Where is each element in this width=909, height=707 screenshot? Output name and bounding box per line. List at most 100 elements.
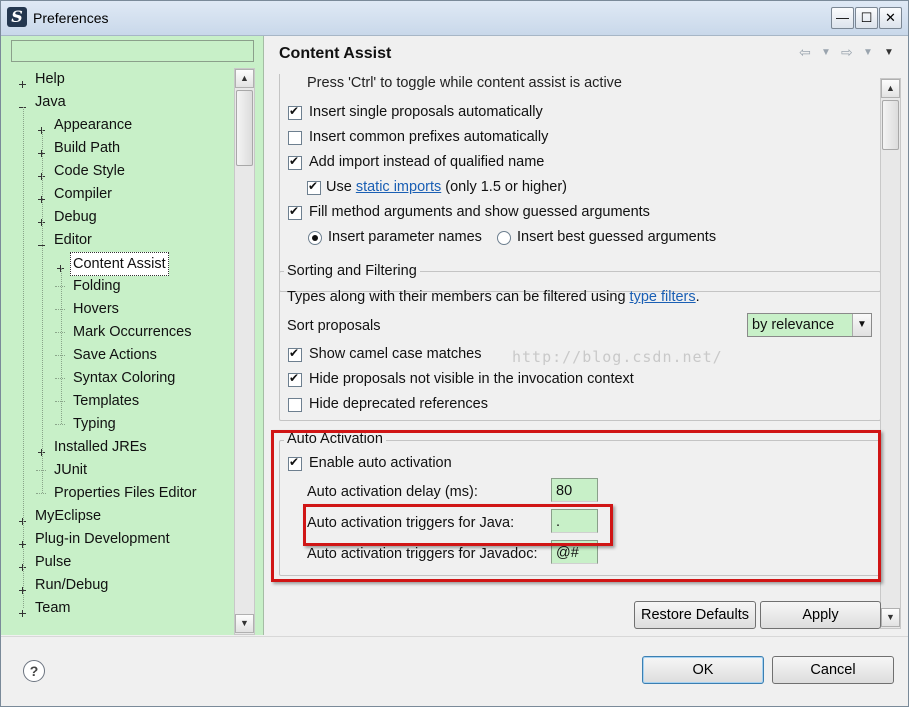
tree-item-plug-in-development[interactable]: Plug-in Development bbox=[1, 528, 233, 550]
static-imports-suffix: (only 1.5 or higher) bbox=[445, 179, 567, 195]
expand-icon[interactable] bbox=[37, 120, 46, 134]
tree-item-label: Installed JREs bbox=[54, 439, 147, 455]
tree-connector-line bbox=[23, 107, 24, 608]
help-icon[interactable]: ? bbox=[23, 660, 45, 682]
tree-item-mark-occurrences[interactable]: Mark Occurrences bbox=[1, 321, 233, 343]
tree-item-typing[interactable]: Typing bbox=[1, 413, 233, 435]
page-title: Content Assist bbox=[279, 45, 392, 62]
tree-item-label: Properties Files Editor bbox=[54, 485, 197, 501]
insert-single-label: Insert single proposals automatically bbox=[309, 104, 543, 120]
use-label: Use bbox=[326, 179, 352, 195]
forward-arrow-icon[interactable]: ⇨ bbox=[841, 44, 853, 61]
tree-item-build-path[interactable]: Build Path bbox=[1, 137, 233, 159]
insert-best-guessed-label: Insert best guessed arguments bbox=[517, 229, 717, 245]
sorting-filtering-title: Sorting and Filtering bbox=[284, 263, 420, 279]
hide-not-visible-label: Hide proposals not visible in the invoca… bbox=[309, 371, 634, 387]
tree-item-properties-files-editor[interactable]: Properties Files Editor bbox=[1, 482, 233, 504]
tree-item-help[interactable]: Help bbox=[1, 68, 233, 90]
tree-item-pulse[interactable]: Pulse bbox=[1, 551, 233, 573]
content-scroll-thumb[interactable] bbox=[882, 100, 899, 150]
static-imports-link[interactable]: static imports bbox=[356, 179, 441, 195]
tree-connector bbox=[36, 493, 46, 494]
tree-item-content-assist[interactable]: Content Assist bbox=[1, 252, 233, 276]
minimize-button[interactable]: — bbox=[831, 7, 854, 29]
maximize-button[interactable]: ☐ bbox=[855, 7, 878, 29]
collapse-icon[interactable] bbox=[18, 97, 27, 108]
sort-proposals-value: by relevance bbox=[752, 317, 835, 333]
add-import-label: Add import instead of qualified name bbox=[309, 154, 545, 170]
common-prefixes-label: Insert common prefixes automatically bbox=[309, 129, 549, 145]
tree-connector bbox=[55, 309, 65, 310]
tree-item-code-style[interactable]: Code Style bbox=[1, 160, 233, 182]
expand-icon[interactable] bbox=[18, 74, 27, 88]
tree-scrollbar[interactable]: ▲ ▼ bbox=[234, 68, 255, 635]
tree-item-save-actions[interactable]: Save Actions bbox=[1, 344, 233, 366]
type-filters-link[interactable]: type filters bbox=[630, 289, 696, 305]
tree-scroll-down-icon[interactable]: ▼ bbox=[235, 614, 254, 633]
tree-item-run-debug[interactable]: Run/Debug bbox=[1, 574, 233, 596]
combo-chevron-down-icon[interactable]: ▼ bbox=[852, 314, 871, 336]
tree-item-label: Help bbox=[35, 71, 65, 87]
content-scroll-up-icon[interactable]: ▲ bbox=[881, 79, 900, 98]
insert-single-checkbox[interactable] bbox=[288, 104, 302, 120]
insert-best-guessed-radio[interactable] bbox=[497, 231, 511, 245]
forward-menu-chevron-icon[interactable]: ▼ bbox=[863, 47, 873, 58]
cancel-button[interactable]: Cancel bbox=[772, 656, 894, 684]
tree-item-label: MyEclipse bbox=[35, 508, 102, 524]
tree-item-compiler[interactable]: Compiler bbox=[1, 183, 233, 205]
tree-item-myeclipse[interactable]: MyEclipse bbox=[1, 505, 233, 527]
tree-item-debug[interactable]: Debug bbox=[1, 206, 233, 228]
window-title: Preferences bbox=[33, 10, 109, 26]
tree-scroll-thumb[interactable] bbox=[236, 90, 253, 166]
tree-item-label: JUnit bbox=[54, 462, 88, 478]
tree-item-label: Save Actions bbox=[73, 347, 157, 363]
hide-deprecated-label: Hide deprecated references bbox=[309, 396, 488, 412]
tree-item-label: Syntax Coloring bbox=[73, 370, 176, 386]
tree-item-installed-jres[interactable]: Installed JREs bbox=[1, 436, 233, 458]
insert-param-names-label: Insert parameter names bbox=[328, 229, 482, 245]
tree-item-templates[interactable]: Templates bbox=[1, 390, 233, 412]
insert-param-names-radio[interactable] bbox=[308, 231, 322, 245]
common-prefixes-checkbox[interactable] bbox=[288, 131, 302, 145]
type-filters-text: Types along with their members can be fi… bbox=[287, 289, 626, 305]
tree-item-label: Typing bbox=[73, 416, 116, 432]
content-scroll-down-icon[interactable]: ▼ bbox=[881, 608, 900, 627]
tree-item-appearance[interactable]: Appearance bbox=[1, 114, 233, 136]
tree-connector bbox=[55, 424, 65, 425]
tree-item-java[interactable]: Java bbox=[1, 91, 233, 113]
sort-proposals-combo[interactable]: by relevance ▼ bbox=[747, 313, 872, 337]
hide-not-visible-checkbox[interactable] bbox=[288, 371, 302, 387]
tree-item-label: Mark Occurrences bbox=[73, 324, 192, 340]
tree-scroll-up-icon[interactable]: ▲ bbox=[235, 69, 254, 88]
back-menu-chevron-icon[interactable]: ▼ bbox=[821, 47, 831, 58]
ok-button[interactable]: OK bbox=[642, 656, 764, 684]
content-scrollbar[interactable]: ▲ ▼ bbox=[880, 78, 901, 629]
close-button[interactable]: ✕ bbox=[879, 7, 902, 29]
tree-connector-line bbox=[61, 268, 62, 424]
type-filters-row: Types along with their members can be fi… bbox=[287, 289, 700, 305]
hide-deprecated-checkbox[interactable] bbox=[288, 398, 302, 412]
tree-item-hovers[interactable]: Hovers bbox=[1, 298, 233, 320]
type-filters-end: . bbox=[695, 289, 700, 305]
tree-item-label: Team bbox=[35, 600, 71, 616]
preferences-window: S Preferences — ☐ ✕ Help Java Appearance Bu… bbox=[0, 0, 909, 707]
expand-icon[interactable] bbox=[56, 258, 65, 272]
static-imports-checkbox[interactable] bbox=[307, 179, 321, 195]
add-import-checkbox[interactable] bbox=[288, 154, 302, 170]
filter-input[interactable] bbox=[11, 40, 254, 62]
tree-item-label: Debug bbox=[54, 209, 97, 225]
static-imports-row: Use static imports (only 1.5 or higher) bbox=[326, 179, 567, 195]
tree-item-folding[interactable]: Folding bbox=[1, 275, 233, 297]
restore-defaults-button-visible[interactable]: Restore Defaults bbox=[634, 601, 756, 629]
back-arrow-icon[interactable]: ⇦ bbox=[799, 44, 811, 61]
apply-button[interactable]: Apply bbox=[760, 601, 881, 629]
tree-item-syntax-coloring[interactable]: Syntax Coloring bbox=[1, 367, 233, 389]
tree-item-junit[interactable]: JUnit bbox=[1, 459, 233, 481]
view-menu-icon[interactable]: ▼ bbox=[884, 47, 894, 58]
fill-method-args-checkbox[interactable] bbox=[288, 204, 302, 220]
tree-item-editor[interactable]: Editor bbox=[1, 229, 233, 251]
tree-item-label: Compiler bbox=[54, 186, 113, 202]
camel-case-checkbox[interactable] bbox=[288, 346, 302, 362]
tree-connector bbox=[55, 286, 65, 287]
tree-item-team[interactable]: Team bbox=[1, 597, 233, 619]
